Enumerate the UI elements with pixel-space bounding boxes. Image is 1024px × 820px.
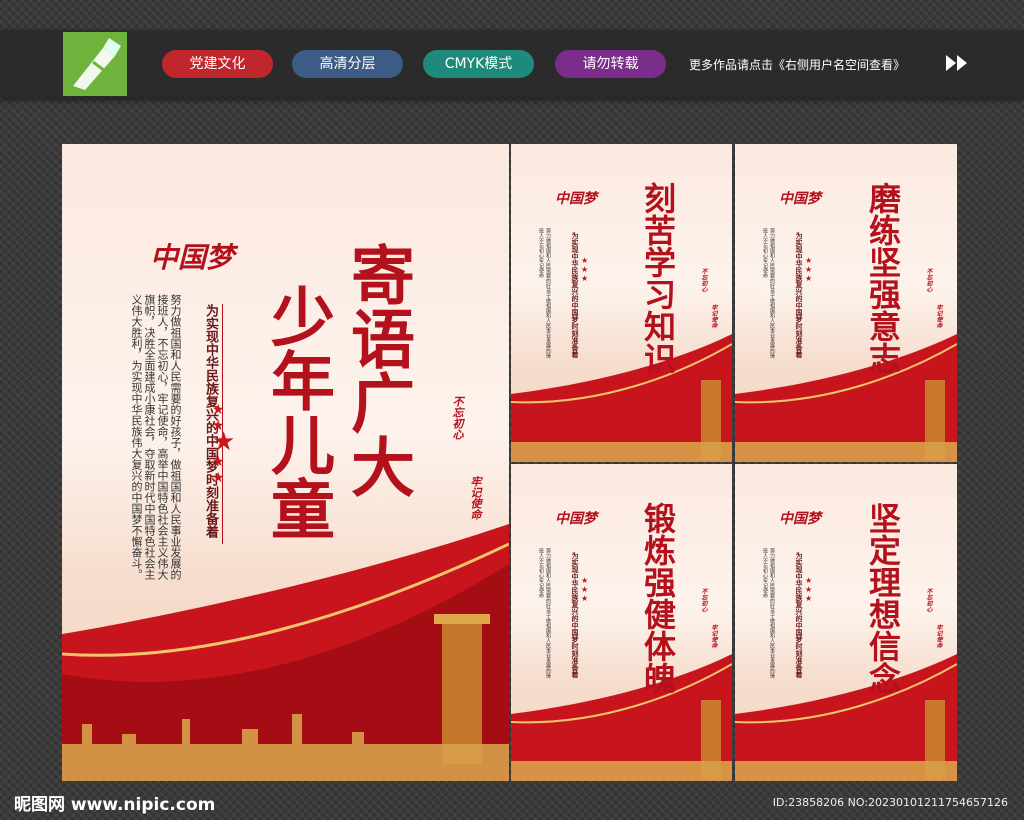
small-poster-3: 中国梦 锻炼强健体魄 为实现中华民族复兴的中国梦时刻准备着 努力做祖国和人民需要… bbox=[511, 464, 732, 781]
poster-body-text: 努力做祖国和人民需要的好孩子做祖国和人民事业发展的接班人不忘初心牢记使命 bbox=[538, 228, 551, 358]
china-dream-logo: 中国梦 bbox=[555, 191, 597, 207]
stars-icon: ★ ★ ★ ★ ★ bbox=[212, 402, 236, 486]
main-poster: 中国梦 寄语广大 少年儿童 为实现中华民族复兴的中国梦时刻准备着 ★ ★ ★ ★ ★ 努… bbox=[62, 144, 509, 781]
china-dream-logo: 中国梦 bbox=[555, 511, 597, 527]
seal-no-forget: 不忘初心 bbox=[925, 268, 932, 292]
poster-body-text: 努力做祖国和人民需要的好孩子做祖国和人民事业发展的接班人不忘初心牢记使命 bbox=[538, 548, 551, 678]
image-id-line: ID:23858206 NO:20230101211754657126 bbox=[772, 796, 1008, 809]
small-poster-4: 中国梦 坚定理想信念 为实现中华民族复兴的中国梦时刻准备着 努力做祖国和人民需要… bbox=[735, 464, 957, 781]
stars-icon: ★ ★ ★ bbox=[805, 256, 813, 283]
main-body-text: 努力做祖国和人民需要的好孩子，做祖国和人民事业发展的接班人，不忘初心，牢记使命，… bbox=[130, 294, 182, 580]
seal-no-forget: 不忘初心 bbox=[700, 268, 707, 292]
seal-remember: 牢记使命 bbox=[710, 624, 717, 648]
poster-body-text: 努力做祖国和人民需要的好孩子做祖国和人民事业发展的接班人不忘初心牢记使命 bbox=[762, 228, 775, 358]
poster-subtitle: 为实现中华民族复兴的中国梦时刻准备着 bbox=[571, 552, 580, 678]
seal-no-forget: 不忘初心 bbox=[925, 588, 932, 612]
more-works-link[interactable]: 更多作品请点击《右侧用户名空间查看》 bbox=[689, 56, 905, 73]
logo-icon bbox=[63, 32, 127, 96]
small-poster-1: 中国梦 刻苦学习知识 为实现中华民族复兴的中国梦时刻准备着 努力做祖国和人民需要… bbox=[511, 144, 732, 462]
seal-remember: 牢记使命 bbox=[935, 304, 942, 328]
tag-cmyk-mode[interactable]: CMYK模式 bbox=[423, 50, 534, 78]
stars-icon: ★ ★ ★ bbox=[581, 256, 589, 283]
china-dream-logo: 中国梦 bbox=[779, 511, 821, 527]
tag-no-repost[interactable]: 请勿转载 bbox=[555, 50, 666, 78]
tag-party-culture[interactable]: 党建文化 bbox=[162, 50, 273, 78]
small-poster-2: 中国梦 磨练坚强意志 为实现中华民族复兴的中国梦时刻准备着 努力做祖国和人民需要… bbox=[735, 144, 957, 462]
seal-no-forget: 不忘初心 bbox=[700, 588, 707, 612]
main-title-col2: 少年儿童 bbox=[260, 284, 335, 540]
poster-title: 刻苦学习知识 bbox=[639, 182, 677, 374]
site-watermark: 昵图网 www.nipic.com bbox=[14, 795, 216, 815]
seal-remember: 牢记使命 bbox=[710, 304, 717, 328]
tag-hd-layered[interactable]: 高清分层 bbox=[292, 50, 403, 78]
poster-body-text: 努力做祖国和人民需要的好孩子做祖国和人民事业发展的接班人不忘初心牢记使命 bbox=[762, 548, 775, 678]
poster-title: 锻炼强健体魄 bbox=[639, 502, 677, 694]
poster-subtitle: 为实现中华民族复兴的中国梦时刻准备着 bbox=[571, 232, 580, 358]
china-dream-logo: 中国梦 bbox=[779, 191, 821, 207]
stars-icon: ★ ★ ★ bbox=[805, 576, 813, 603]
poster-title: 坚定理想信念 bbox=[864, 502, 902, 694]
stars-icon: ★ ★ ★ bbox=[581, 576, 589, 603]
seal-remember: 牢记使命 bbox=[469, 476, 482, 520]
main-title-col1: 寄语广大 bbox=[340, 242, 415, 498]
double-arrow-icon[interactable] bbox=[944, 53, 970, 77]
seal-remember: 牢记使命 bbox=[935, 624, 942, 648]
china-dream-logo: 中国梦 bbox=[150, 241, 235, 274]
poster-subtitle: 为实现中华民族复兴的中国梦时刻准备着 bbox=[795, 232, 804, 358]
poster-subtitle: 为实现中华民族复兴的中国梦时刻准备着 bbox=[795, 552, 804, 678]
seal-no-forget: 不忘初心 bbox=[451, 396, 464, 440]
poster-title: 磨练坚强意志 bbox=[864, 182, 902, 374]
